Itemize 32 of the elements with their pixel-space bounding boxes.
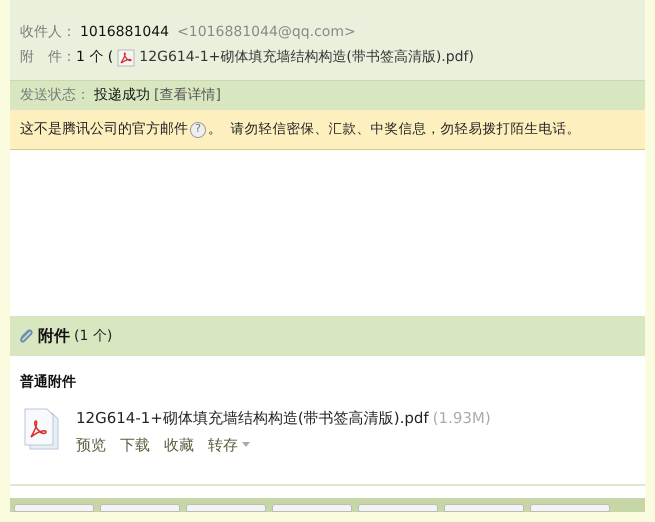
attachment-link[interactable]: 12G614-1+砌体填充墙结构构造(带书签高清版).pdf bbox=[139, 47, 468, 68]
recipient-label: 收件人： bbox=[20, 23, 76, 42]
toolbar-button[interactable] bbox=[100, 504, 180, 512]
toolbar-button[interactable] bbox=[272, 504, 352, 512]
file-action-link[interactable]: 收藏 bbox=[164, 434, 194, 456]
attachment-count: 1 个 ( bbox=[76, 48, 114, 67]
toolbar-button[interactable] bbox=[530, 504, 610, 512]
attachment-label: 附 件： bbox=[20, 48, 76, 67]
details-link[interactable]: [查看详情] bbox=[154, 85, 221, 106]
toolbar-button[interactable] bbox=[358, 504, 438, 512]
toolbar-button[interactable] bbox=[186, 504, 266, 512]
recipient-address: <1016881044@qq.com> bbox=[177, 23, 356, 42]
file-action-link[interactable]: 预览 bbox=[76, 434, 106, 456]
paperclip-icon bbox=[18, 327, 34, 345]
warning-text: 这不是腾讯公司的官方邮件 bbox=[20, 120, 188, 139]
status-label: 发送状态： bbox=[20, 86, 90, 105]
file-name: 12G614-1+砌体填充墙结构构造(带书签高清版).pdf bbox=[76, 408, 429, 429]
attachments-title: 附件 bbox=[38, 325, 70, 347]
file-action-link[interactable]: 下载 bbox=[120, 434, 150, 456]
help-icon[interactable]: ? bbox=[190, 122, 206, 138]
warning-advice: 。 请勿轻信密保、汇款、中奖信息，勿轻易拨打陌生电话。 bbox=[208, 120, 581, 140]
pdf-icon bbox=[117, 48, 136, 66]
closing-paren: ) bbox=[468, 48, 474, 67]
caret-icon bbox=[242, 442, 250, 448]
attachments-count: (1 个) bbox=[74, 326, 112, 346]
recipient-name: 1016881044 bbox=[80, 23, 170, 42]
status-value: 投递成功 bbox=[94, 86, 150, 105]
toolbar-button[interactable] bbox=[444, 504, 524, 512]
file-size: (1.93M) bbox=[432, 408, 491, 429]
save-to-dropdown[interactable]: 转存 bbox=[208, 434, 250, 456]
toolbar-button[interactable] bbox=[14, 504, 94, 512]
group-title: 普通附件 bbox=[20, 372, 77, 392]
